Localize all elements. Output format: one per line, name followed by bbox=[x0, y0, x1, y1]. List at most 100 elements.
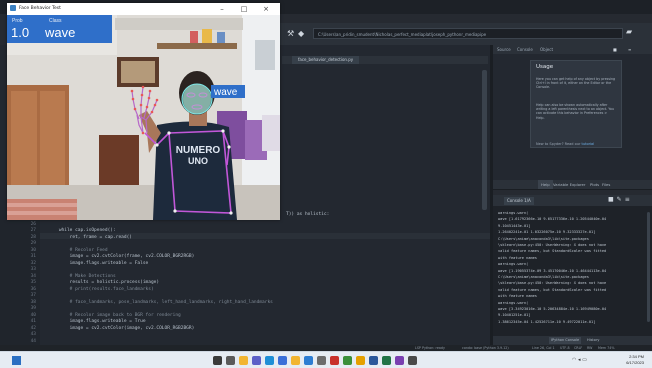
explorer-icon[interactable] bbox=[291, 356, 300, 365]
code-line: # Recolor Feed bbox=[48, 247, 108, 253]
search-icon[interactable] bbox=[213, 356, 222, 365]
help-tab-source[interactable]: Source bbox=[497, 45, 511, 54]
stop-icon[interactable]: ■ bbox=[608, 196, 617, 203]
line-number: 44 bbox=[30, 338, 36, 344]
files-icon[interactable] bbox=[239, 356, 248, 365]
volume-icon[interactable]: ◂ bbox=[578, 357, 581, 363]
spyder-icon[interactable] bbox=[330, 356, 339, 365]
options-icon[interactable]: ≡ bbox=[628, 45, 631, 54]
help-tab-object[interactable]: Object bbox=[540, 45, 553, 54]
help-text-usage: Here you can get help of any object by p… bbox=[536, 77, 616, 90]
line-number: 35 bbox=[30, 280, 36, 285]
code-line: # Make Detections bbox=[48, 273, 116, 279]
code-line: # Recolor image back to BGR for renderin… bbox=[48, 312, 181, 318]
tab-help[interactable]: Help bbox=[538, 180, 553, 189]
excel-icon[interactable] bbox=[382, 356, 391, 365]
shelf bbox=[157, 43, 237, 49]
line-number: 28 bbox=[30, 234, 36, 240]
system-tray[interactable]: ◠ ◂ ▭ bbox=[572, 357, 587, 363]
store-icon[interactable] bbox=[278, 356, 287, 365]
taskbar-clock[interactable]: 2:34 PM 6/17/2023 bbox=[598, 354, 644, 366]
shelf-top bbox=[115, 18, 243, 30]
tab-files[interactable]: Files bbox=[602, 180, 610, 189]
help-tab-console[interactable]: Console bbox=[517, 45, 533, 54]
clear-icon[interactable]: ✎ bbox=[617, 196, 625, 203]
hand-point bbox=[141, 131, 145, 135]
media-icon[interactable] bbox=[395, 356, 404, 365]
bed-blanket bbox=[7, 199, 77, 220]
misc-icon[interactable] bbox=[408, 356, 417, 365]
bag bbox=[262, 115, 280, 151]
console-line: with feature names bbox=[498, 294, 537, 299]
console-line: warnings.warn( bbox=[498, 211, 529, 215]
code-line: results = holistic.process(image) bbox=[48, 280, 160, 285]
chrome-icon[interactable] bbox=[356, 356, 365, 365]
wifi-icon[interactable]: ◠ bbox=[572, 357, 576, 363]
line-number: 37 bbox=[30, 293, 36, 298]
tab-history[interactable]: History bbox=[585, 337, 601, 344]
tab-plots[interactable]: Plots bbox=[590, 180, 599, 189]
python-icon[interactable] bbox=[343, 356, 352, 365]
editor-tab-file[interactable]: face_behavior_detection.py bbox=[292, 56, 360, 64]
tutorial-link[interactable]: tutorial bbox=[582, 142, 595, 146]
console-tab[interactable]: Console 1/A bbox=[504, 197, 534, 205]
taskbar: 2:34 PM 6/17/2023 ◠ ◂ ▭ bbox=[0, 351, 652, 368]
options-icon[interactable]: ≡ bbox=[625, 196, 633, 203]
editor-tab-bar: face_behavior_detection.py bbox=[282, 56, 488, 64]
tab-ipython-console[interactable]: IPython Console bbox=[549, 337, 582, 344]
settings-icon[interactable] bbox=[317, 356, 326, 365]
console-line: wave [3.34923016e-10 5.20634884e-10 1.16… bbox=[498, 307, 607, 311]
picture-inner bbox=[121, 61, 155, 83]
hand-point bbox=[148, 89, 152, 93]
console-toolbar: ■✎≡ bbox=[608, 196, 633, 203]
chat-icon[interactable] bbox=[252, 356, 261, 365]
console-line: 1.26402241e-01 1.03226075e-10 9.32333327… bbox=[498, 230, 596, 235]
python-icon[interactable]: ◆ bbox=[298, 30, 306, 38]
wardrobe-door bbox=[11, 91, 37, 199]
overlay-class-label: Class bbox=[49, 18, 62, 24]
bed-pattern bbox=[7, 203, 77, 207]
shirt-text-line1: NUMERO bbox=[176, 145, 221, 156]
console-line: warnings.warn( bbox=[498, 300, 529, 305]
minimize-button[interactable]: – bbox=[214, 3, 230, 15]
console-scrollbar[interactable] bbox=[647, 212, 650, 322]
taskbar-app-icon[interactable] bbox=[12, 356, 21, 365]
console-line: wave [1.61792366e-10 9.65177336e-10 1.20… bbox=[498, 217, 607, 222]
help-link-prefix: New to Spyder? Read our bbox=[536, 142, 581, 146]
wrench-icon[interactable]: ⚒ bbox=[287, 30, 295, 38]
console-line: 9.10451443e-01] bbox=[498, 223, 531, 228]
pose-point bbox=[167, 131, 171, 135]
hand-point bbox=[139, 103, 143, 107]
mail-icon[interactable] bbox=[304, 356, 313, 365]
line-number: 33 bbox=[30, 267, 36, 272]
console-line: C:\Users\anime\anaconda3\lib\site-packag… bbox=[498, 275, 589, 279]
line-number: 43 bbox=[30, 332, 36, 337]
close-button[interactable]: × bbox=[258, 3, 274, 15]
shirt-text-line2: UNO bbox=[188, 156, 208, 166]
face-label: wave bbox=[213, 87, 238, 98]
pane-tab-bar: Help Variable Explorer Plots Files bbox=[493, 180, 652, 190]
editor-scrollbar[interactable] bbox=[482, 70, 487, 210]
line-number: 30 bbox=[30, 247, 36, 253]
lock-icon[interactable]: ■ bbox=[613, 45, 617, 54]
help-tutorial-line: New to Spyder? Read our tutorial bbox=[536, 142, 594, 146]
console-line: 9.10401251e-01] bbox=[498, 313, 531, 318]
line-number: 39 bbox=[30, 306, 36, 311]
task-view-icon[interactable] bbox=[226, 356, 235, 365]
hand-point bbox=[145, 105, 149, 109]
hand-point bbox=[150, 110, 154, 114]
bed-pattern bbox=[7, 211, 77, 215]
battery-icon[interactable]: ▭ bbox=[582, 357, 587, 363]
tab-variable-explorer[interactable]: Variable Explorer bbox=[553, 180, 585, 189]
line-number: 29 bbox=[30, 241, 36, 246]
folder-icon[interactable]: ▰ bbox=[626, 27, 636, 36]
shelf-item bbox=[217, 32, 225, 43]
edge-icon[interactable] bbox=[265, 356, 274, 365]
line-number: 31 bbox=[30, 254, 36, 259]
hand-point bbox=[133, 107, 137, 111]
working-directory-input[interactable]: C:\Users\an_pridin_smudent\Nicholas_perf… bbox=[313, 28, 623, 39]
maximize-button[interactable]: □ bbox=[236, 3, 252, 15]
word-icon[interactable] bbox=[369, 356, 378, 365]
taskbar-icons bbox=[12, 356, 417, 365]
console-line: \sklearn\base.py:450: UserWarning: X doe… bbox=[498, 281, 607, 286]
